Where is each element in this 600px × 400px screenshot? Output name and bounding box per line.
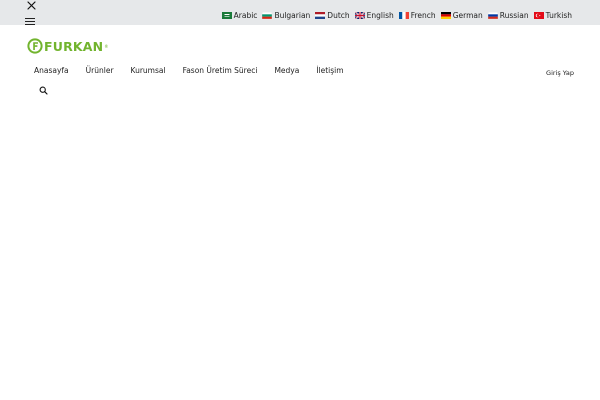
language-label: French [410,11,436,20]
registered-mark: ® [104,43,109,49]
saudi-arabia-flag-icon [221,12,232,19]
language-item-english[interactable]: English [354,11,394,20]
germany-flag-icon [440,12,451,19]
search-button[interactable] [39,80,49,95]
language-item-french[interactable]: French [398,11,436,20]
language-label: Turkish [545,11,572,20]
nav-item-fason-uretim-sureci[interactable]: Fason Üretim Süreci [183,66,258,75]
nav-item-medya[interactable]: Medya [274,66,299,75]
language-item-russian[interactable]: Russian [487,11,529,20]
language-label: Arabic [233,11,258,20]
logo-text: FURKAN [44,38,104,54]
netherlands-flag-icon [315,12,326,19]
language-item-arabic[interactable]: Arabic [221,11,258,20]
nav-item-urunler[interactable]: Ürünler [86,66,114,75]
language-bar: Arabic Bulgarian Dutch English French Ge… [0,0,600,25]
login-link[interactable]: Giriş Yap [546,69,574,77]
language-item-turkish[interactable]: Turkish [533,11,572,20]
nav-item-iletisim[interactable]: İletişim [316,66,343,75]
logo[interactable]: FURKAN ® [27,38,108,54]
nav-item-anasayfa[interactable]: Anasayfa [34,66,69,75]
hamburger-menu-icon[interactable] [25,18,36,27]
language-label: Dutch [327,11,350,20]
language-label: English [366,11,394,20]
page: Arabic Bulgarian Dutch English French Ge… [0,0,600,400]
nav-item-kurumsal[interactable]: Kurumsal [131,66,166,75]
language-item-bulgarian[interactable]: Bulgarian [262,11,310,20]
language-list: Arabic Bulgarian Dutch English French Ge… [221,11,572,20]
france-flag-icon [398,12,409,19]
language-label: German [452,11,483,20]
furkan-logo-mark-icon [27,38,43,54]
bulgaria-flag-icon [262,12,273,19]
language-label: Russian [499,11,529,20]
united-kingdom-flag-icon [354,12,365,19]
language-item-dutch[interactable]: Dutch [315,11,350,20]
close-button[interactable] [24,0,38,11]
language-label: Bulgarian [274,11,311,20]
search-icon [39,86,48,95]
turkey-flag-icon [533,12,544,19]
main-nav: Anasayfa Ürünler Kurumsal Fason Üretim S… [34,66,344,75]
language-item-german[interactable]: German [440,11,483,20]
close-icon [26,1,36,10]
russia-flag-icon [487,12,498,19]
